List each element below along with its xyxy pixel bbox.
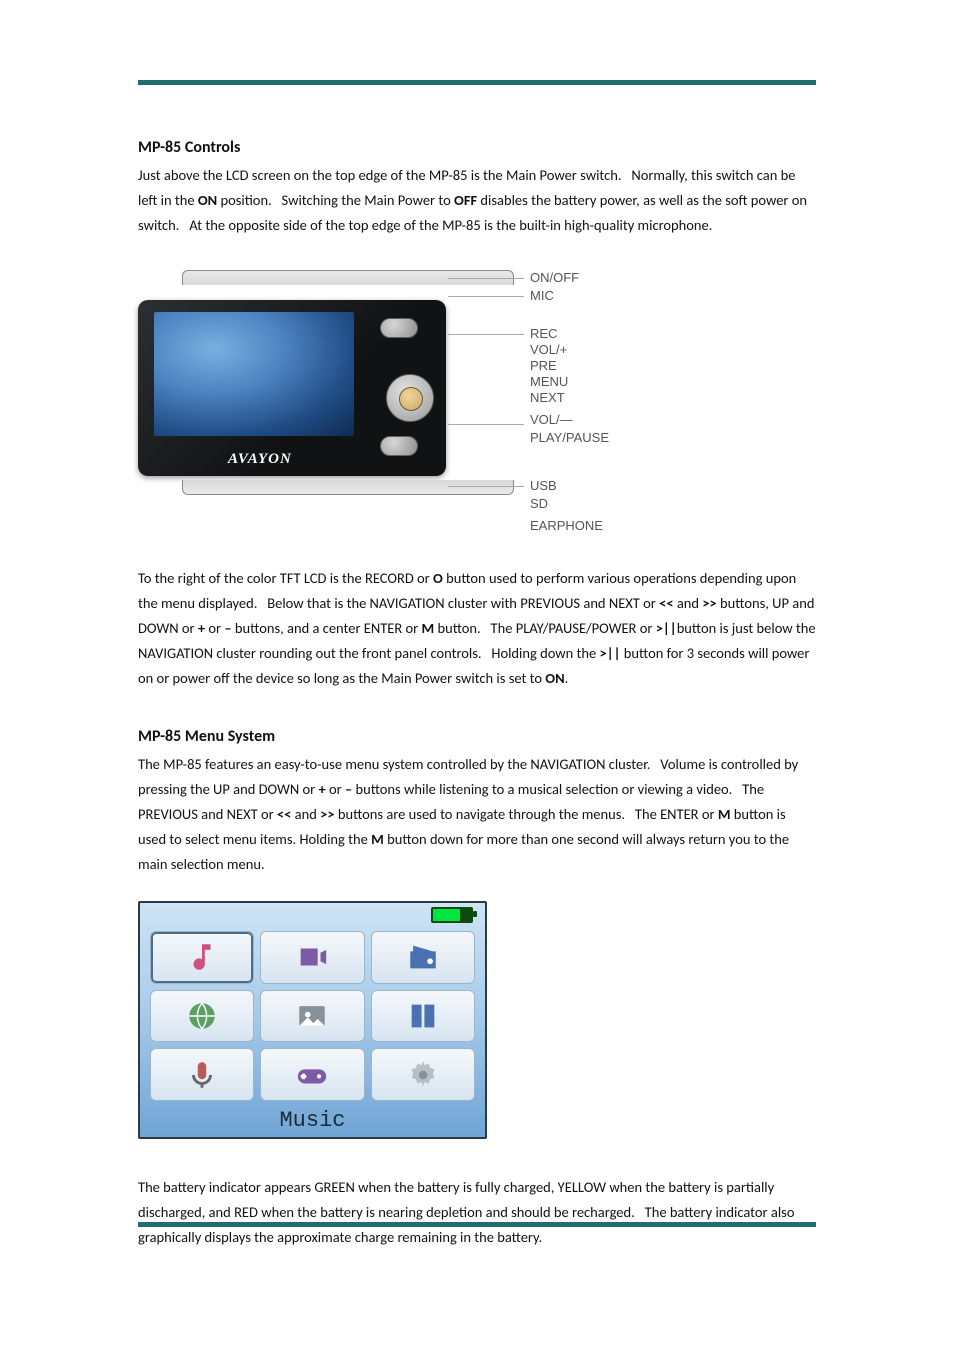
callout-usb: USB bbox=[530, 478, 557, 493]
figure-menu-screen: Music bbox=[138, 901, 487, 1139]
tile-radio bbox=[371, 931, 475, 984]
para-menu-1: The MP-85 features an easy-to-use menu s… bbox=[138, 752, 816, 877]
callout-sd: SD bbox=[530, 496, 548, 511]
tile-music bbox=[150, 931, 254, 984]
callout-menu: MENU bbox=[530, 374, 568, 389]
callout-rec: REC bbox=[530, 326, 557, 341]
document-body: MP-85 Controls Just above the LCD screen… bbox=[138, 138, 816, 1250]
callout-mic: MIC bbox=[530, 288, 554, 303]
device-body: AVAYON bbox=[138, 300, 446, 476]
callout-next: NEXT bbox=[530, 390, 565, 405]
battery-icon bbox=[431, 907, 473, 923]
device-brand: AVAYON bbox=[228, 451, 292, 468]
callout-volup: VOL/+ bbox=[530, 342, 567, 357]
tile-game bbox=[260, 1048, 364, 1101]
para-controls-1: Just above the LCD screen on the top edg… bbox=[138, 163, 816, 238]
tile-video bbox=[260, 931, 364, 984]
figure-device-callouts: AVAYON ON/OFF MIC REC VOL/+ PRE MENU NEX… bbox=[138, 264, 606, 544]
para-menu-2: The battery indicator appears GREEN when… bbox=[138, 1175, 816, 1250]
menu-grid bbox=[150, 931, 475, 1101]
device-bottom-edge bbox=[182, 480, 514, 495]
heading-menu-system: MP-85 Menu System bbox=[138, 727, 816, 746]
tile-ebook bbox=[371, 990, 475, 1043]
heading-controls: MP-85 Controls bbox=[138, 138, 816, 157]
battery-fill bbox=[433, 909, 460, 921]
tile-photo bbox=[260, 990, 364, 1043]
top-rule bbox=[138, 80, 816, 85]
nav-cluster-icon bbox=[386, 374, 434, 422]
device-lcd bbox=[154, 312, 354, 436]
tile-record bbox=[150, 1048, 254, 1101]
play-button-icon bbox=[380, 436, 418, 456]
callout-ear: EARPHONE bbox=[530, 518, 603, 533]
rec-button-icon bbox=[380, 318, 418, 338]
callout-play: PLAY/PAUSE bbox=[530, 430, 609, 445]
para-controls-2: To the right of the color TFT LCD is the… bbox=[138, 566, 816, 691]
callout-pre: PRE bbox=[530, 358, 557, 373]
callout-onoff: ON/OFF bbox=[530, 270, 579, 285]
tile-browser bbox=[150, 990, 254, 1043]
menu-label: Music bbox=[138, 1108, 487, 1133]
tile-settings bbox=[371, 1048, 475, 1101]
callout-voldn: VOL/— bbox=[530, 412, 573, 427]
